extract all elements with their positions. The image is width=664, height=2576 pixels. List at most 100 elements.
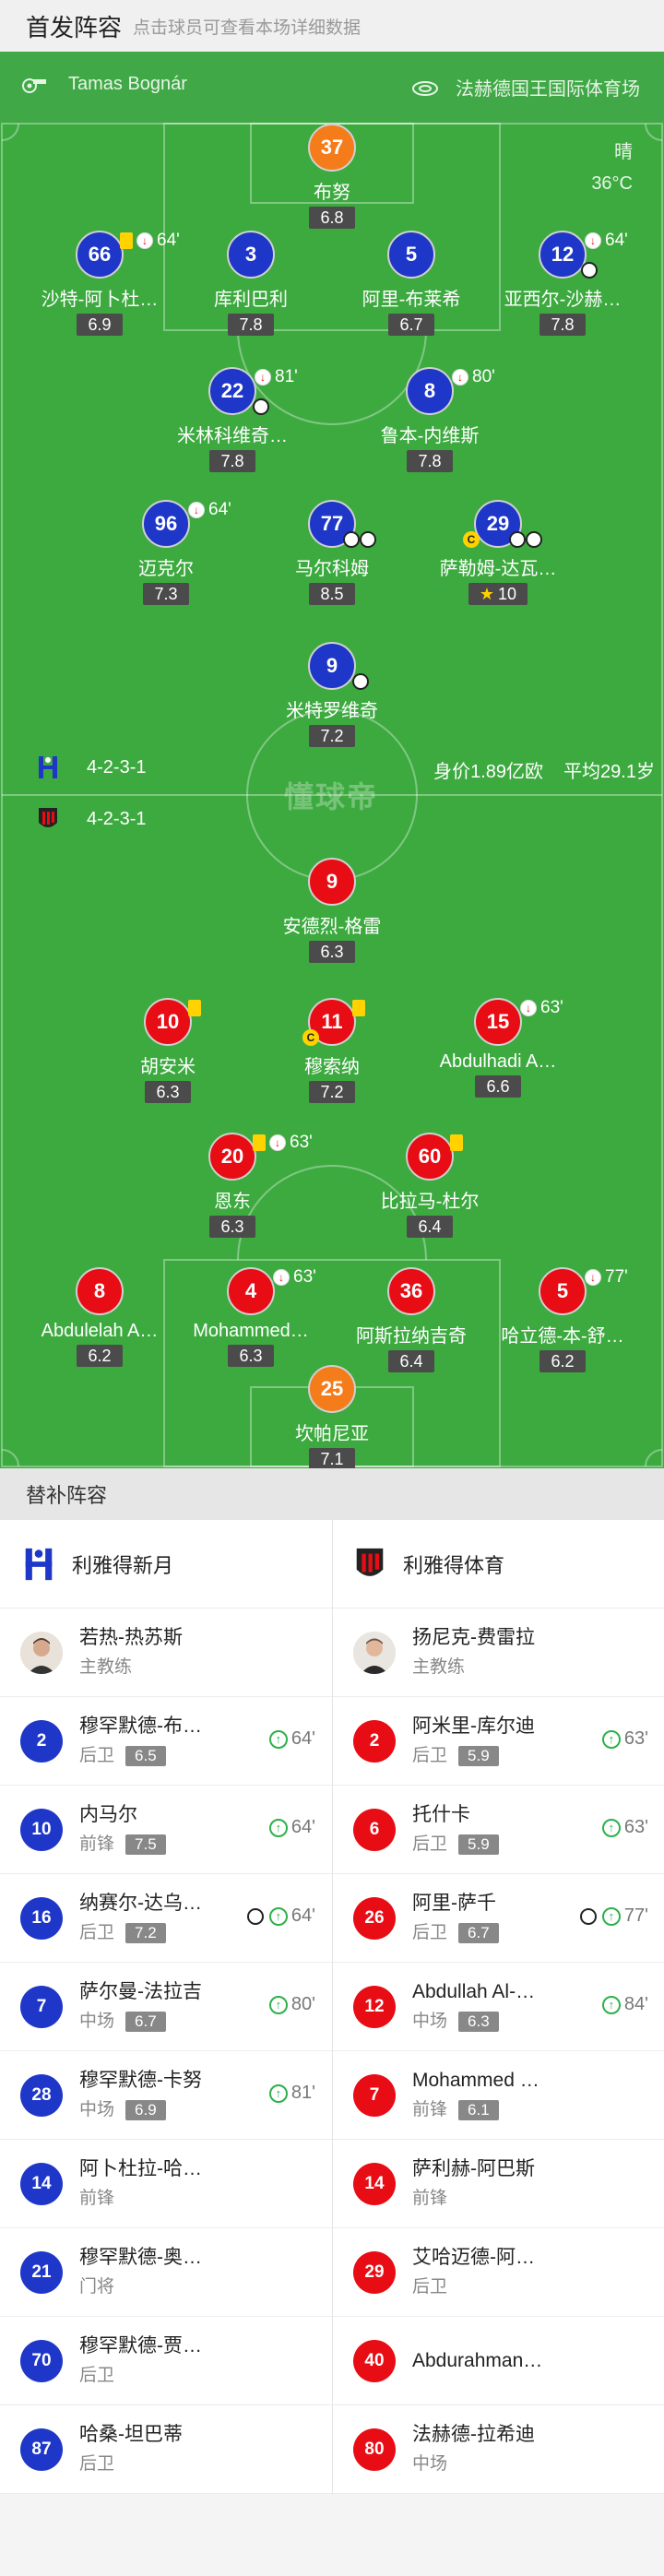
away-sub-player[interactable]: 12 Abdullah Al-… 中场 6.3 ↑ 84' — [333, 1963, 664, 2051]
home-sub-player[interactable]: 70 穆罕默德-贾… 后卫 — [0, 2317, 332, 2405]
sub-in-icon: ↑ — [268, 1906, 288, 1926]
player-name: 阿斯拉纳吉奇 — [356, 1326, 467, 1347]
coach-role: 主教练 — [412, 1656, 466, 1677]
player-name: Abdurahman… — [412, 2349, 543, 2371]
sub-minute: 81' — [275, 367, 298, 386]
player-position: 中场 — [79, 2099, 115, 2119]
player-number: 40 — [353, 2339, 396, 2382]
lineup-hint: 点击球员可查看本场详细数据 — [133, 18, 362, 38]
sub-out-icon: ↓ — [188, 502, 205, 518]
player-position: 后卫 — [79, 1745, 115, 1765]
home-player-66[interactable]: 66 ↓ 64' 沙特-阿卜杜… 6.9 — [26, 231, 180, 336]
player-number: 28 — [20, 2073, 63, 2117]
player-number: 25 — [308, 1365, 356, 1413]
away-sub-player[interactable]: 6 托什卡 后卫 5.9 ↑ 63' — [333, 1786, 664, 1874]
player-rating: 6.1 — [458, 2099, 499, 2120]
home-sub-player[interactable]: 16 纳赛尔-达乌… 后卫 7.2 ↑ 64' — [0, 1874, 332, 1963]
captain-icon: C — [463, 531, 480, 548]
away-sub-player[interactable]: 40 Abdurahman… — [333, 2317, 664, 2405]
weather: 晴 36°C — [591, 137, 633, 199]
away-sub-player[interactable]: 7 Mohammed … 前锋 6.1 — [333, 2051, 664, 2140]
player-number: 16 — [20, 1896, 63, 1940]
home-player-5[interactable]: 5 阿里-布莱希 6.7 — [338, 231, 485, 336]
sub-in-icon: ↑ — [601, 1729, 621, 1749]
player-position: 后卫 — [79, 2453, 115, 2474]
home-sub-player[interactable]: 14 阿卜杜拉-哈… 前锋 — [0, 2140, 332, 2228]
player-name: 胡安米 — [140, 1057, 196, 1077]
goal-ball-icon — [526, 531, 542, 548]
away-player-36[interactable]: 36 阿斯拉纳吉奇 6.4 — [338, 1267, 485, 1372]
away-coach[interactable]: 扬尼克-费雷拉 主教练 — [333, 1609, 664, 1697]
player-rating: 6.5 — [125, 1745, 166, 1766]
home-team-value: 身价1.89亿欧 — [433, 762, 544, 782]
player-name: 阿里-布莱希 — [362, 290, 461, 310]
player-number: 14 — [20, 2162, 63, 2205]
player-number: 9 — [308, 858, 356, 906]
home-sub-player[interactable]: 21 穆罕默德-奥… 门将 — [0, 2228, 332, 2317]
assist-icon — [360, 531, 376, 548]
player-name: Abdulelah A… — [41, 1321, 159, 1341]
player-number: 87 — [20, 2428, 63, 2471]
home-team-name: 利雅得新月 — [72, 1553, 174, 1577]
yellow-card-icon — [450, 1134, 463, 1151]
player-rating: 6.7 — [388, 314, 434, 336]
coach-role: 主教练 — [79, 1656, 133, 1677]
home-sub-player[interactable]: 7 萨尔曼-法拉吉 中场 6.7 ↑ 80' — [0, 1963, 332, 2051]
away-sub-player[interactable]: 26 阿里-萨千 后卫 6.7 ↑ 77' — [333, 1874, 664, 1963]
player-name: 米林科维奇… — [177, 426, 288, 446]
away-player-9[interactable]: 9 安德烈-格雷 6.3 — [258, 858, 406, 963]
home-subs-team: 利雅得新月 — [0, 1520, 332, 1609]
home-player-22[interactable]: 22 ↓ 81' 米林科维奇… 7.8 — [159, 367, 306, 472]
player-rating: 6.7 — [458, 1922, 499, 1943]
player-rating: 7.2 — [125, 1922, 166, 1943]
away-player-11[interactable]: 11 C 穆索纳 7.2 — [258, 998, 406, 1103]
away-sub-player[interactable]: 29 艾哈迈德-阿… 后卫 — [333, 2228, 664, 2317]
away-sub-player[interactable]: 14 萨利赫-阿巴斯 前锋 — [333, 2140, 664, 2228]
home-sub-player[interactable]: 28 穆罕默德-卡努 中场 6.9 ↑ 81' — [0, 2051, 332, 2140]
player-number: 96 — [142, 500, 190, 548]
sub-out-icon: ↓ — [520, 1000, 537, 1016]
player-name: 亚西尔-沙赫… — [504, 290, 622, 310]
sub-minute: 64' — [208, 500, 231, 519]
player-name: 比拉马-杜尔 — [380, 1192, 480, 1212]
sub-minute: 84' — [623, 1994, 648, 2014]
away-player-10[interactable]: 10 胡安米 6.3 — [94, 998, 242, 1103]
away-formation: 4-2-3-1 — [87, 808, 147, 829]
away-player-5[interactable]: 5 ↓ 77' 哈立德-本-舒… 6.2 — [489, 1267, 636, 1372]
home-player-37[interactable]: 37 布努 6.8 — [258, 124, 406, 229]
home-player-12[interactable]: 12 ↓ 64' 亚西尔-沙赫… 7.8 — [489, 231, 636, 336]
home-coach[interactable]: 若热-热苏斯 主教练 — [0, 1609, 332, 1697]
away-sub-player[interactable]: 2 阿米里-库尔迪 后卫 5.9 ↑ 63' — [333, 1697, 664, 1786]
home-sub-player[interactable]: 87 哈桑-坦巴蒂 后卫 — [0, 2405, 332, 2494]
home-player-96[interactable]: 96 ↓ 64' 迈克尔 7.3 — [92, 500, 240, 605]
player-name: 阿里-萨千 — [412, 1892, 496, 1914]
sub-minute: 80' — [290, 1994, 315, 2014]
yellow-card-icon — [188, 1000, 201, 1016]
player-rating: 6.9 — [77, 314, 123, 336]
home-sub-player[interactable]: 10 内马尔 前锋 7.5 ↑ 64' — [0, 1786, 332, 1874]
sub-out-icon: ↓ — [452, 369, 468, 386]
player-number: 7 — [20, 1985, 63, 2028]
home-team-formation: 4-2-3-1 — [37, 754, 146, 780]
away-player-60[interactable]: 60 比拉马-杜尔 6.4 — [356, 1133, 504, 1238]
player-name: 马尔科姆 — [295, 559, 369, 579]
away-player-4[interactable]: 4 ↓ 63' Mohammed… 6.3 — [177, 1267, 325, 1367]
player-position: 中场 — [79, 2011, 115, 2031]
away-player-15[interactable]: 15 ↓ 63' Abdulhadi A… 6.6 — [424, 998, 572, 1098]
away-player-25[interactable]: 25 坎帕尼亚 7.1 — [258, 1365, 406, 1468]
home-player-8[interactable]: 8 ↓ 80' 鲁本-内维斯 7.8 — [356, 367, 504, 472]
away-player-20[interactable]: 20 ↓ 63' 恩东 6.3 — [159, 1133, 313, 1238]
home-player-77[interactable]: 77 马尔科姆 8.5 — [258, 500, 406, 605]
captain-icon: C — [302, 1029, 319, 1046]
home-sub-player[interactable]: 2 穆罕默德-布… 后卫 6.5 ↑ 64' — [0, 1697, 332, 1786]
player-rating: 6.2 — [540, 1350, 586, 1372]
away-player-8[interactable]: 8 Abdulelah A… 6.2 — [26, 1267, 173, 1367]
player-name: 迈克尔 — [138, 559, 194, 579]
player-rating: 5.9 — [458, 1745, 499, 1766]
home-player-29[interactable]: 29 C 萨勒姆-达瓦… ★ 10 — [424, 500, 572, 605]
lineup-header: 首发阵容 点击球员可查看本场详细数据 — [0, 0, 664, 52]
home-player-3[interactable]: 3 库利巴利 7.8 — [177, 231, 325, 336]
home-player-9[interactable]: 9 米特罗维奇 7.2 — [258, 642, 406, 747]
player-number: 36 — [387, 1267, 435, 1315]
away-sub-player[interactable]: 80 法赫德-拉希迪 中场 — [333, 2405, 664, 2494]
